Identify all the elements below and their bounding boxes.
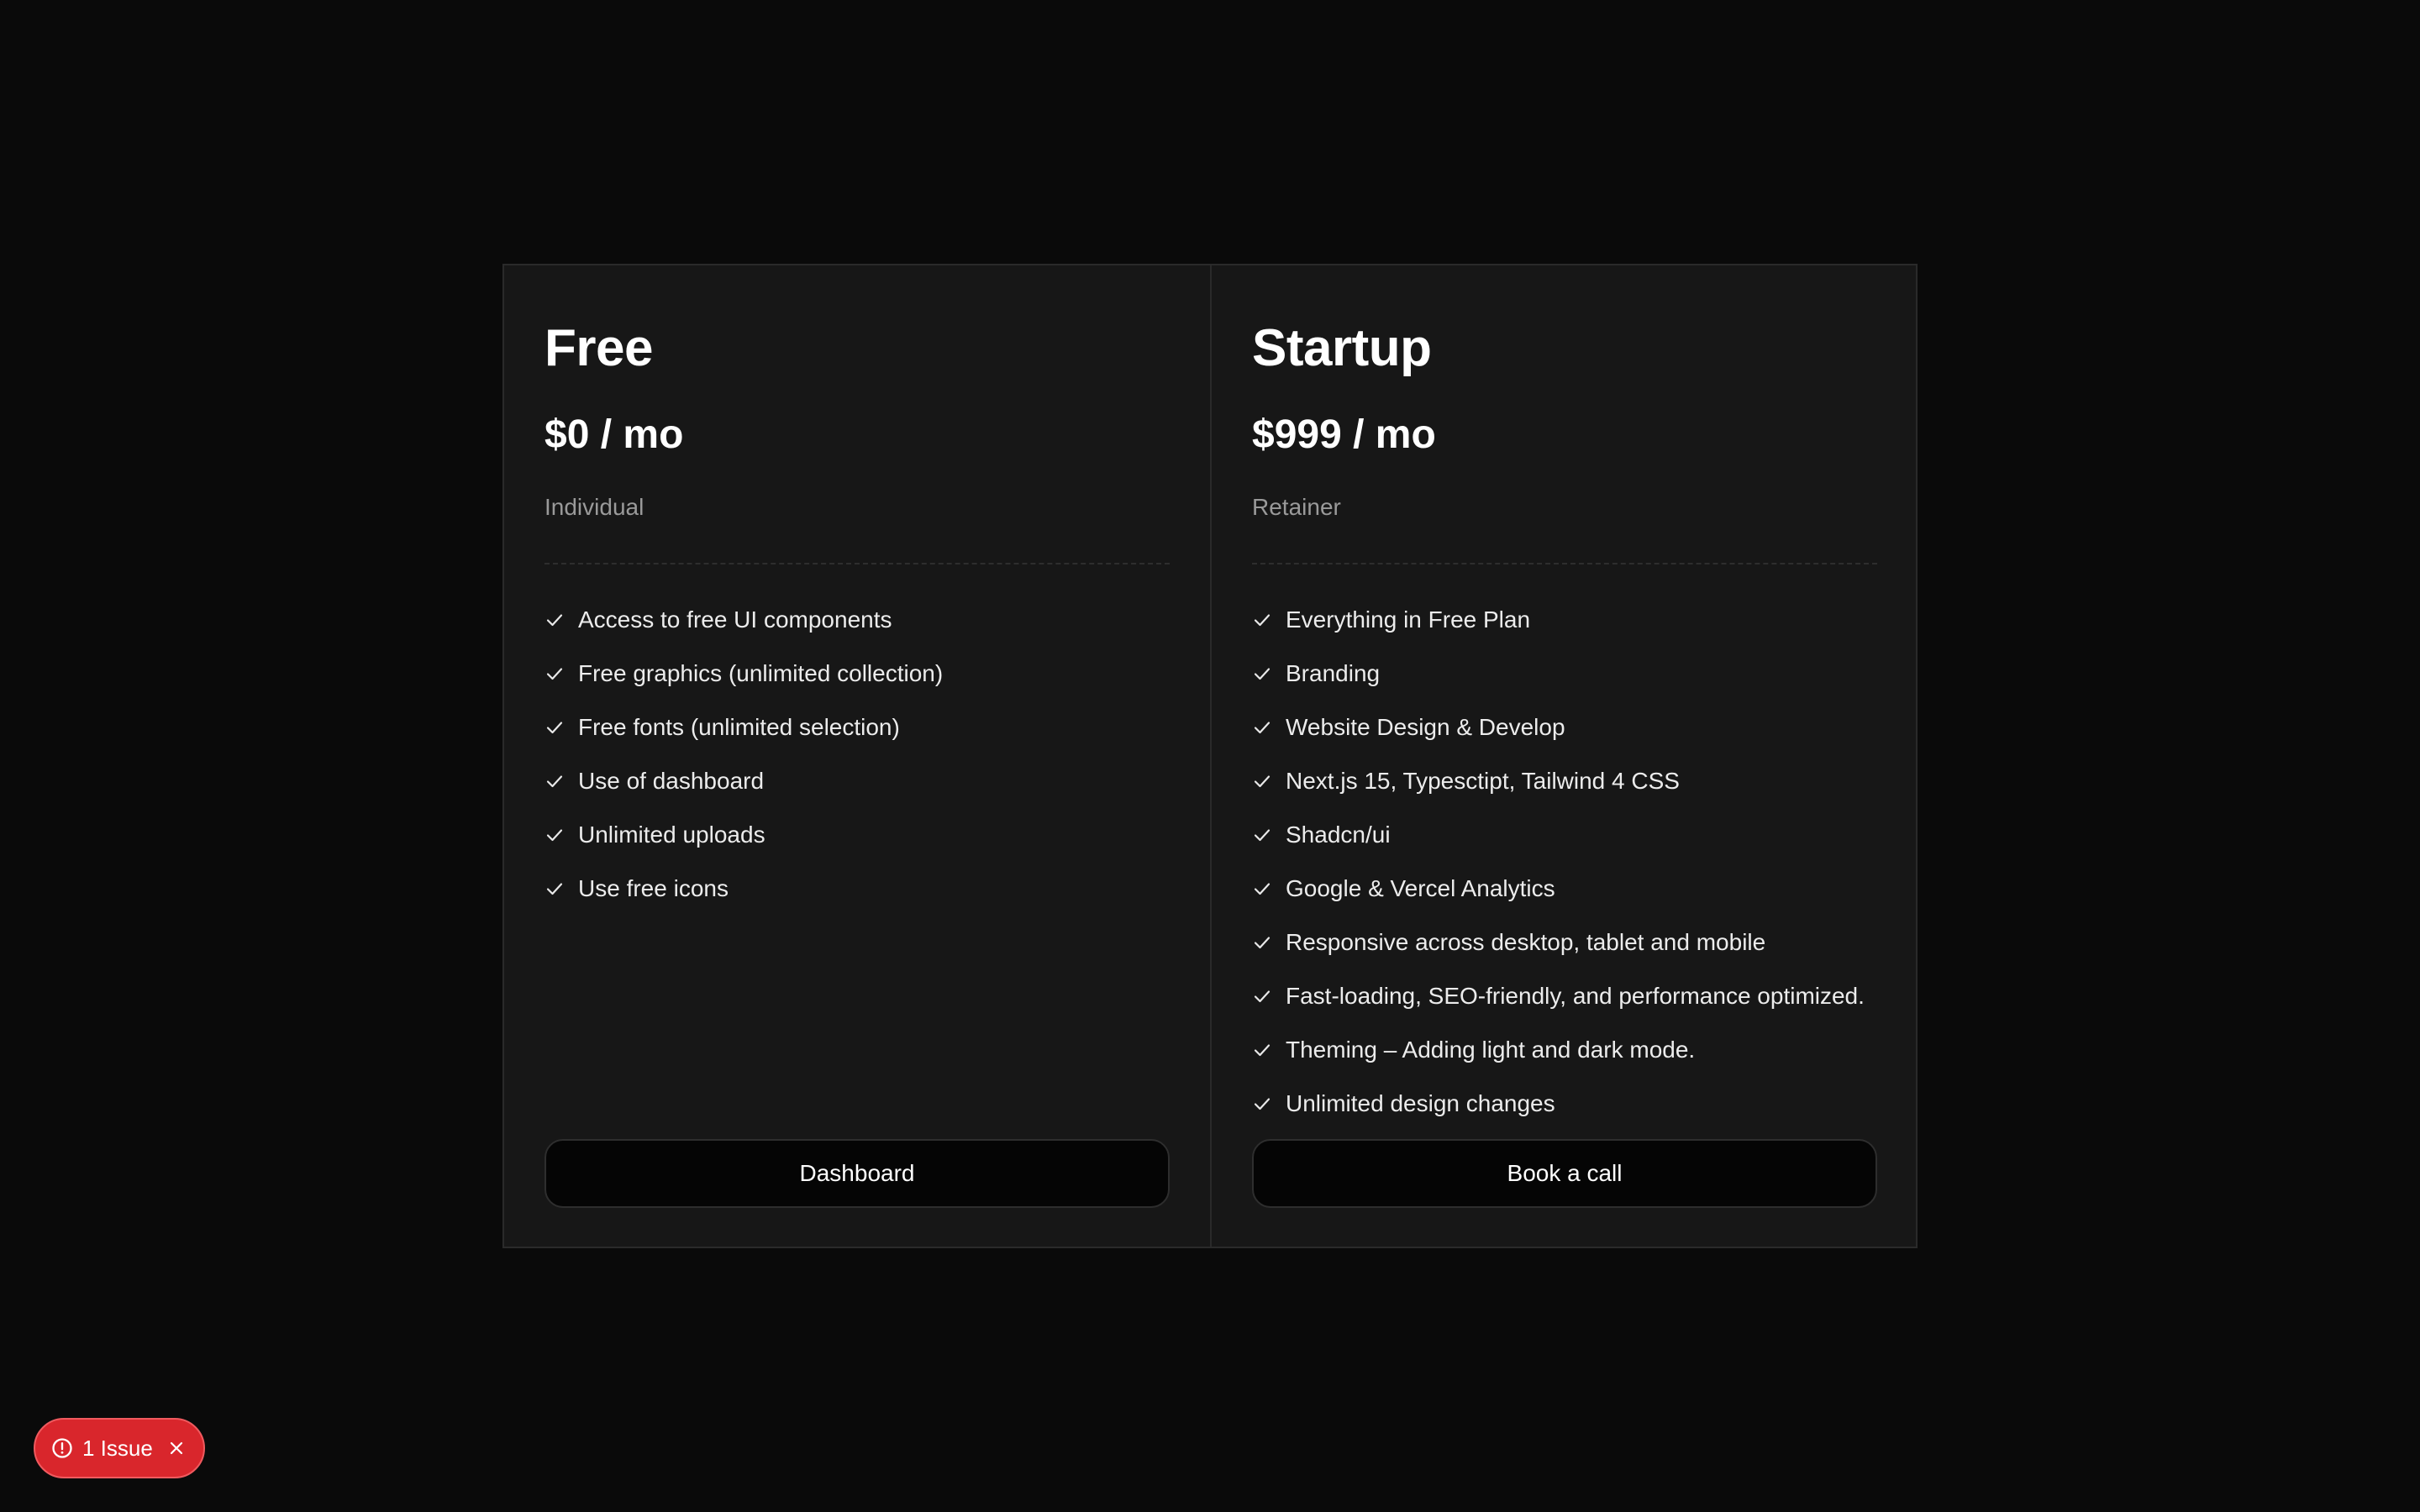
feature-item: Next.js 15, Typesctipt, Tailwind 4 CSS [1252, 754, 1877, 808]
feature-item: Everything in Free Plan [1252, 593, 1877, 647]
plan-card-startup: Startup $999 / mo Retainer Everything in… [1210, 265, 1918, 1247]
feature-label: Responsive across desktop, tablet and mo… [1286, 929, 1766, 955]
check-icon [546, 775, 563, 788]
feature-label: Branding [1286, 660, 1381, 686]
plan-type: Retainer [1252, 494, 1341, 520]
feature-label: Shadcn/ui [1286, 822, 1391, 848]
feature-item: Branding [1252, 647, 1877, 701]
alert-circle-icon [52, 1438, 72, 1458]
book-a-call-button[interactable]: Book a call [1252, 1139, 1877, 1208]
feature-label: Free fonts (unlimited selection) [578, 714, 900, 740]
feature-label: Fast-loading, SEO-friendly, and performa… [1286, 983, 1865, 1009]
divider [1252, 563, 1877, 564]
check-icon [1254, 1098, 1270, 1110]
plan-card-free: Free $0 / mo Individual Access to free U… [504, 265, 1210, 1247]
check-icon [546, 883, 563, 895]
check-icon [546, 722, 563, 734]
check-icon [546, 614, 563, 627]
issue-badge[interactable]: 1 Issue [34, 1418, 205, 1478]
pricing-table: Free $0 / mo Individual Access to free U… [502, 264, 1918, 1248]
feature-label: Free graphics (unlimited collection) [578, 660, 944, 686]
feature-item: Unlimited design changes [1252, 1077, 1877, 1131]
plan-name: Startup [1252, 319, 1432, 377]
feature-label: Access to free UI components [578, 606, 892, 633]
feature-item: Free graphics (unlimited collection) [544, 647, 1170, 701]
check-icon [1254, 614, 1270, 627]
feature-list: Access to free UI components Free graphi… [544, 593, 1170, 916]
feature-item: Access to free UI components [544, 593, 1170, 647]
plan-name: Free [544, 319, 653, 377]
feature-label: Website Design & Develop [1286, 714, 1565, 740]
check-icon [546, 829, 563, 842]
feature-label: Google & Vercel Analytics [1286, 875, 1555, 901]
check-icon [546, 668, 563, 680]
check-icon [1254, 1044, 1270, 1057]
feature-item: Fast-loading, SEO-friendly, and performa… [1252, 969, 1877, 1023]
close-icon[interactable] [166, 1438, 187, 1458]
plan-price: $999 / mo [1252, 412, 1436, 457]
feature-label: Theming – Adding light and dark mode. [1286, 1037, 1696, 1063]
plan-type: Individual [544, 494, 644, 520]
feature-label: Unlimited design changes [1286, 1090, 1555, 1116]
check-icon [1254, 668, 1270, 680]
feature-label: Use of dashboard [578, 768, 765, 794]
feature-label: Everything in Free Plan [1286, 606, 1531, 633]
feature-item: Theming – Adding light and dark mode. [1252, 1023, 1877, 1077]
issue-badge-label: 1 Issue [82, 1435, 153, 1461]
feature-label: Next.js 15, Typesctipt, Tailwind 4 CSS [1286, 768, 1680, 794]
check-icon [1254, 990, 1270, 1003]
check-icon [1254, 829, 1270, 842]
feature-item: Unlimited uploads [544, 808, 1170, 862]
feature-label: Unlimited uploads [578, 822, 765, 848]
check-icon [1254, 937, 1270, 949]
feature-item: Shadcn/ui [1252, 808, 1877, 862]
feature-item: Website Design & Develop [1252, 701, 1877, 754]
feature-list: Everything in Free Plan Branding Website… [1252, 593, 1877, 1131]
plan-price: $0 / mo [544, 412, 684, 457]
check-icon [1254, 722, 1270, 734]
check-icon [1254, 775, 1270, 788]
check-icon [1254, 883, 1270, 895]
feature-item: Free fonts (unlimited selection) [544, 701, 1170, 754]
feature-label: Use free icons [578, 875, 729, 901]
dashboard-button[interactable]: Dashboard [544, 1139, 1170, 1208]
feature-item: Google & Vercel Analytics [1252, 862, 1877, 916]
feature-item: Use of dashboard [544, 754, 1170, 808]
feature-item: Responsive across desktop, tablet and mo… [1252, 916, 1877, 969]
divider [544, 563, 1170, 564]
feature-item: Use free icons [544, 862, 1170, 916]
